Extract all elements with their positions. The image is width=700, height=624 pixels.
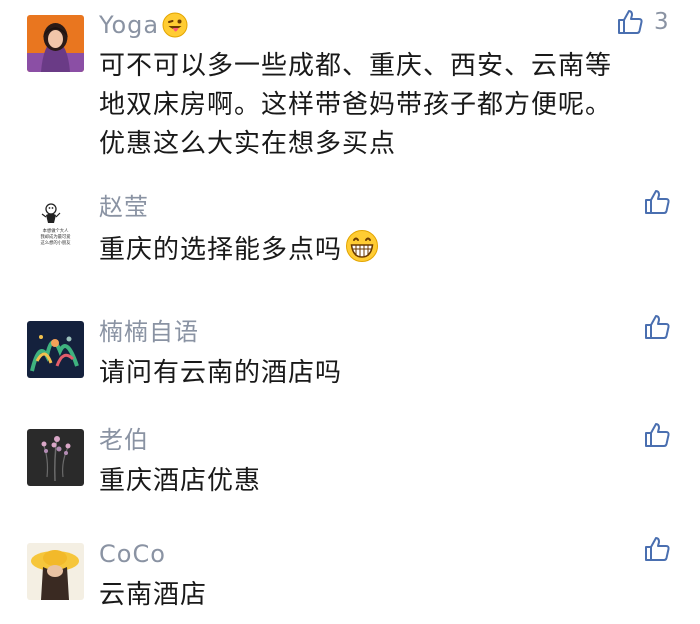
like-button[interactable]: 3 <box>616 8 669 36</box>
avatar-image <box>27 321 84 378</box>
like-count: 3 <box>654 9 669 35</box>
comment-item: 老伯 重庆酒店优惠 <box>0 418 700 518</box>
avatar-caption-line-3: 这么想的小朋友 <box>40 239 71 246</box>
avatar-caption-line-2: 我却成为最可爱 <box>40 233 70 240</box>
commenter-name: CoCo <box>99 540 166 568</box>
thumbs-up-icon <box>618 10 643 34</box>
comment-text: 请问有云南的酒店吗 <box>99 358 343 388</box>
thumbs-up-icon <box>645 423 670 447</box>
avatar[interactable] <box>27 429 84 486</box>
avatar[interactable] <box>27 321 84 378</box>
avatar[interactable] <box>27 543 84 600</box>
thumbs-up-icon <box>645 190 670 214</box>
thumbs-up-icon <box>645 315 670 339</box>
avatar-image <box>27 429 84 486</box>
like-button[interactable] <box>643 421 671 449</box>
avatar-image <box>27 543 84 600</box>
comment-text: 重庆的选择能多点吗 <box>99 229 679 275</box>
thumbs-up-icon <box>645 537 670 561</box>
comment-item: 本想做个大人 我却成为最可爱 这么想的小朋友 赵莹 重庆的选择能多点吗 <box>0 185 700 295</box>
avatar[interactable] <box>27 15 84 72</box>
comment-item: CoCo 云南酒店 <box>0 532 700 624</box>
like-button[interactable] <box>643 535 671 563</box>
comment-item: 楠楠自语 请问有云南的酒店吗 <box>0 310 700 410</box>
avatar-image <box>27 15 84 72</box>
comment-text: 可不可以多一些成都、重庆、西安、云南等 地双床房啊。这样带爸妈带孩子都方便呢。 … <box>99 51 613 159</box>
commenter-name: 老伯 <box>99 426 149 454</box>
winking-tongue-emoji-icon <box>162 12 188 45</box>
like-button[interactable] <box>643 188 671 216</box>
avatar-caption-line-1: 本想做个大人 <box>43 227 69 234</box>
grinning-face-emoji-icon <box>345 229 379 275</box>
comment-text: 云南酒店 <box>99 580 208 610</box>
comment-item: Yoga 3 可不可以多一些成都、重庆、西安、云南等 地双床房啊。这样带爸妈带孩… <box>0 0 700 170</box>
commenter-name: 赵莹 <box>99 193 149 221</box>
avatar[interactable]: 本想做个大人 我却成为最可爱 这么想的小朋友 <box>27 196 84 253</box>
commenter-name: Yoga <box>99 10 188 45</box>
like-button[interactable] <box>643 313 671 341</box>
avatar-image: 本想做个大人 我却成为最可爱 这么想的小朋友 <box>27 196 84 253</box>
comment-text: 重庆酒店优惠 <box>99 466 262 496</box>
commenter-name: 楠楠自语 <box>99 318 199 346</box>
